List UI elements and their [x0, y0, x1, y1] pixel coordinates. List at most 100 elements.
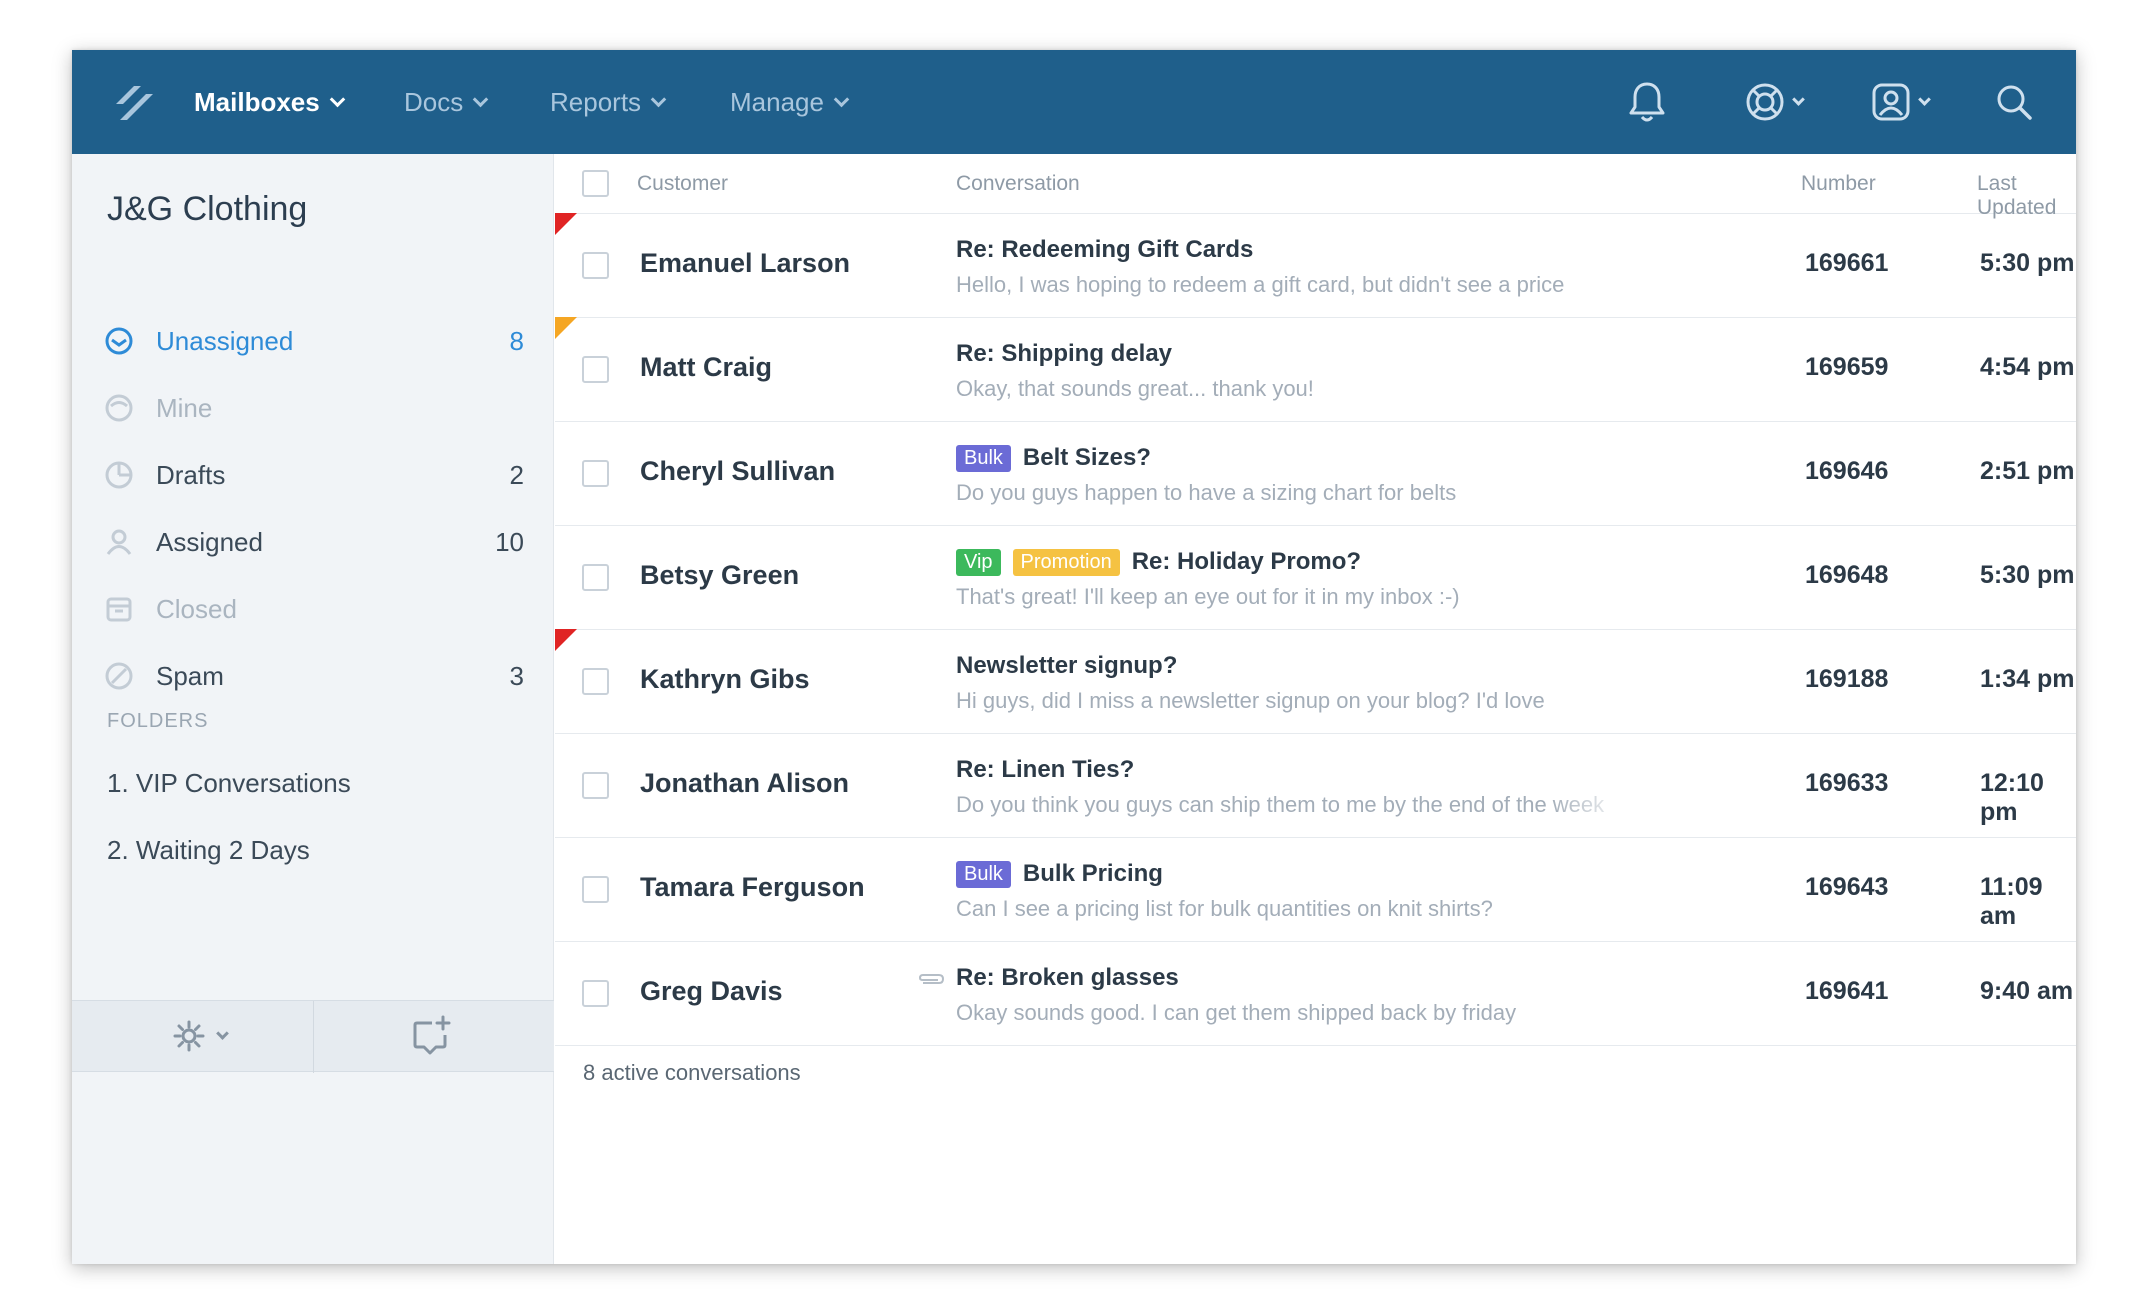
search-button[interactable]: [1994, 74, 2034, 130]
header-conversation[interactable]: Conversation: [956, 172, 1080, 196]
conversation-number: 169643: [1805, 873, 1889, 901]
sidebar-item-closed[interactable]: Closed: [104, 586, 524, 632]
header-customer[interactable]: Customer: [637, 172, 728, 196]
conversation-subject: Newsletter signup?: [956, 652, 1178, 679]
sidebar-item-count: 2: [509, 459, 524, 490]
last-updated-time: 9:40 am: [1980, 977, 2074, 1005]
conversation-preview: Okay sounds good. I can get them shipped…: [956, 1000, 1517, 1025]
folders-heading: FOLDERS: [107, 710, 209, 732]
sidebar-item-assigned[interactable]: Assigned 10: [104, 519, 524, 565]
table-row[interactable]: Matt Craig Re: Shipping delay Okay, that…: [555, 317, 2076, 422]
mailbox-settings-button[interactable]: [172, 1019, 229, 1053]
header-last-updated[interactable]: Last Updated: [1977, 172, 2076, 220]
conversation-subject: Bulk Belt Sizes?: [956, 444, 1151, 472]
paperclip-icon: [917, 972, 945, 991]
chevron-down-icon: [1918, 92, 1931, 106]
table-row[interactable]: Emanuel Larson Re: Redeeming Gift Cards …: [555, 213, 2076, 318]
compose-icon: [413, 1015, 451, 1055]
inbox-icon: [104, 326, 134, 356]
nav-reports[interactable]: Reports: [550, 50, 667, 154]
customer-name: Betsy Green: [640, 560, 800, 590]
customer-name: Matt Craig: [640, 352, 773, 382]
conversation-subject: Re: Redeeming Gift Cards: [956, 236, 1254, 263]
conversation-number: 169661: [1805, 249, 1889, 277]
sidebar-item-label: Assigned: [156, 526, 263, 557]
table-row[interactable]: Greg Davis Re: Broken glasses Okay sound…: [555, 942, 2076, 1046]
conversation-number: 169633: [1805, 769, 1889, 797]
folder-waiting-2-days[interactable]: 2. Waiting 2 Days: [107, 835, 310, 866]
sidebar-item-spam[interactable]: Spam 3: [104, 653, 524, 699]
conversation-subject: Vip Promotion Re: Holiday Promo?: [956, 548, 1361, 576]
conversation-number: 169659: [1805, 353, 1889, 381]
conversation-number: 169648: [1805, 561, 1889, 589]
profile-menu-button[interactable]: [1870, 74, 1931, 130]
tag-bulk[interactable]: Bulk: [956, 444, 1011, 472]
row-checkbox[interactable]: [582, 876, 609, 903]
sidebar: J&G Clothing Unassigned 8 Mine Drafts 2: [72, 154, 554, 1264]
conversation-subject: Re: Broken glasses: [956, 964, 1179, 991]
conversation-preview: Do you think you guys can ship them to m…: [956, 792, 1605, 817]
nav-mailboxes[interactable]: Mailboxes: [194, 50, 345, 154]
last-updated-time: 5:30 pm: [1980, 561, 2075, 589]
sidebar-item-mine[interactable]: Mine: [104, 385, 524, 431]
app-logo-icon[interactable]: [112, 80, 158, 126]
conversation-preview: Do you guys happen to have a sizing char…: [956, 480, 1457, 505]
table-row[interactable]: Kathryn Gibs Newsletter signup? Hi guys,…: [555, 629, 2076, 734]
conversation-preview: Okay, that sounds great... thank you!: [956, 376, 1314, 401]
tag-bulk[interactable]: Bulk: [956, 860, 1011, 888]
sidebar-item-count: 3: [509, 660, 524, 691]
nav-manage[interactable]: Manage: [730, 50, 850, 154]
row-checkbox[interactable]: [582, 980, 609, 1007]
last-updated-time: 12:10 pm: [1980, 769, 2044, 826]
mailbox-title: J&G Clothing: [107, 190, 308, 228]
notifications-button[interactable]: [1626, 74, 1668, 130]
spam-icon: [104, 661, 134, 691]
sidebar-footer: [72, 1000, 554, 1073]
row-checkbox[interactable]: [582, 460, 609, 487]
help-menu-button[interactable]: [1744, 74, 1805, 130]
chevron-down-icon: [472, 91, 489, 107]
chevron-down-icon: [833, 91, 850, 107]
sidebar-item-count: 10: [495, 526, 524, 557]
sidebar-item-label: Mine: [156, 392, 213, 423]
tag-promotion[interactable]: Promotion: [1012, 548, 1120, 576]
new-conversation-button[interactable]: [410, 1015, 452, 1062]
folder-vip-conversations[interactable]: 1. VIP Conversations: [107, 768, 351, 799]
lifebuoy-icon: [1746, 83, 1784, 121]
tag-vip[interactable]: Vip: [956, 548, 1001, 576]
conversation-preview: That's great! I'll keep an eye out for i…: [956, 584, 1460, 609]
header-number[interactable]: Number: [1801, 172, 1876, 196]
sidebar-item-label: Unassigned: [156, 325, 294, 356]
footer-divider: [313, 1001, 314, 1073]
user-icon: [104, 527, 134, 557]
active-conversations-count: 8 active conversations: [583, 1060, 801, 1085]
conversation-number: 169641: [1805, 977, 1889, 1005]
chevron-down-icon: [650, 91, 667, 107]
nav-docs[interactable]: Docs: [404, 50, 489, 154]
customer-name: Emanuel Larson: [640, 248, 851, 278]
row-checkbox[interactable]: [582, 356, 609, 383]
row-checkbox[interactable]: [582, 668, 609, 695]
last-updated-time: 2:51 pm: [1980, 457, 2075, 485]
select-all-checkbox[interactable]: [582, 170, 609, 197]
row-checkbox[interactable]: [582, 772, 609, 799]
archive-icon: [104, 594, 134, 624]
conversation-subject: Re: Linen Ties?: [956, 756, 1135, 783]
conversation-list: Customer Conversation Number Last Update…: [555, 154, 2076, 1264]
sidebar-item-label: Spam: [156, 660, 224, 691]
table-row[interactable]: Jonathan Alison Re: Linen Ties? Do you t…: [555, 734, 2076, 838]
chevron-down-icon: [216, 1026, 229, 1040]
table-row[interactable]: Tamara Ferguson Bulk Bulk Pricing Can I …: [555, 838, 2076, 942]
sidebar-item-drafts[interactable]: Drafts 2: [104, 452, 524, 498]
last-updated-time: 5:30 pm: [1980, 249, 2075, 277]
last-updated-time: 1:34 pm: [1980, 665, 2075, 693]
bell-icon: [1629, 82, 1665, 122]
row-checkbox[interactable]: [582, 564, 609, 591]
row-checkbox[interactable]: [582, 252, 609, 279]
table-header: Customer Conversation Number Last Update…: [555, 154, 2076, 219]
table-row[interactable]: Betsy Green Vip Promotion Re: Holiday Pr…: [555, 526, 2076, 630]
table-row[interactable]: Cheryl Sullivan Bulk Belt Sizes? Do you …: [555, 422, 2076, 526]
sidebar-item-unassigned[interactable]: Unassigned 8: [104, 318, 524, 364]
last-updated-time: 11:09 am: [1980, 873, 2043, 930]
app-window: Mailboxes Docs Reports Manage J&G Clothi…: [72, 50, 2076, 1264]
